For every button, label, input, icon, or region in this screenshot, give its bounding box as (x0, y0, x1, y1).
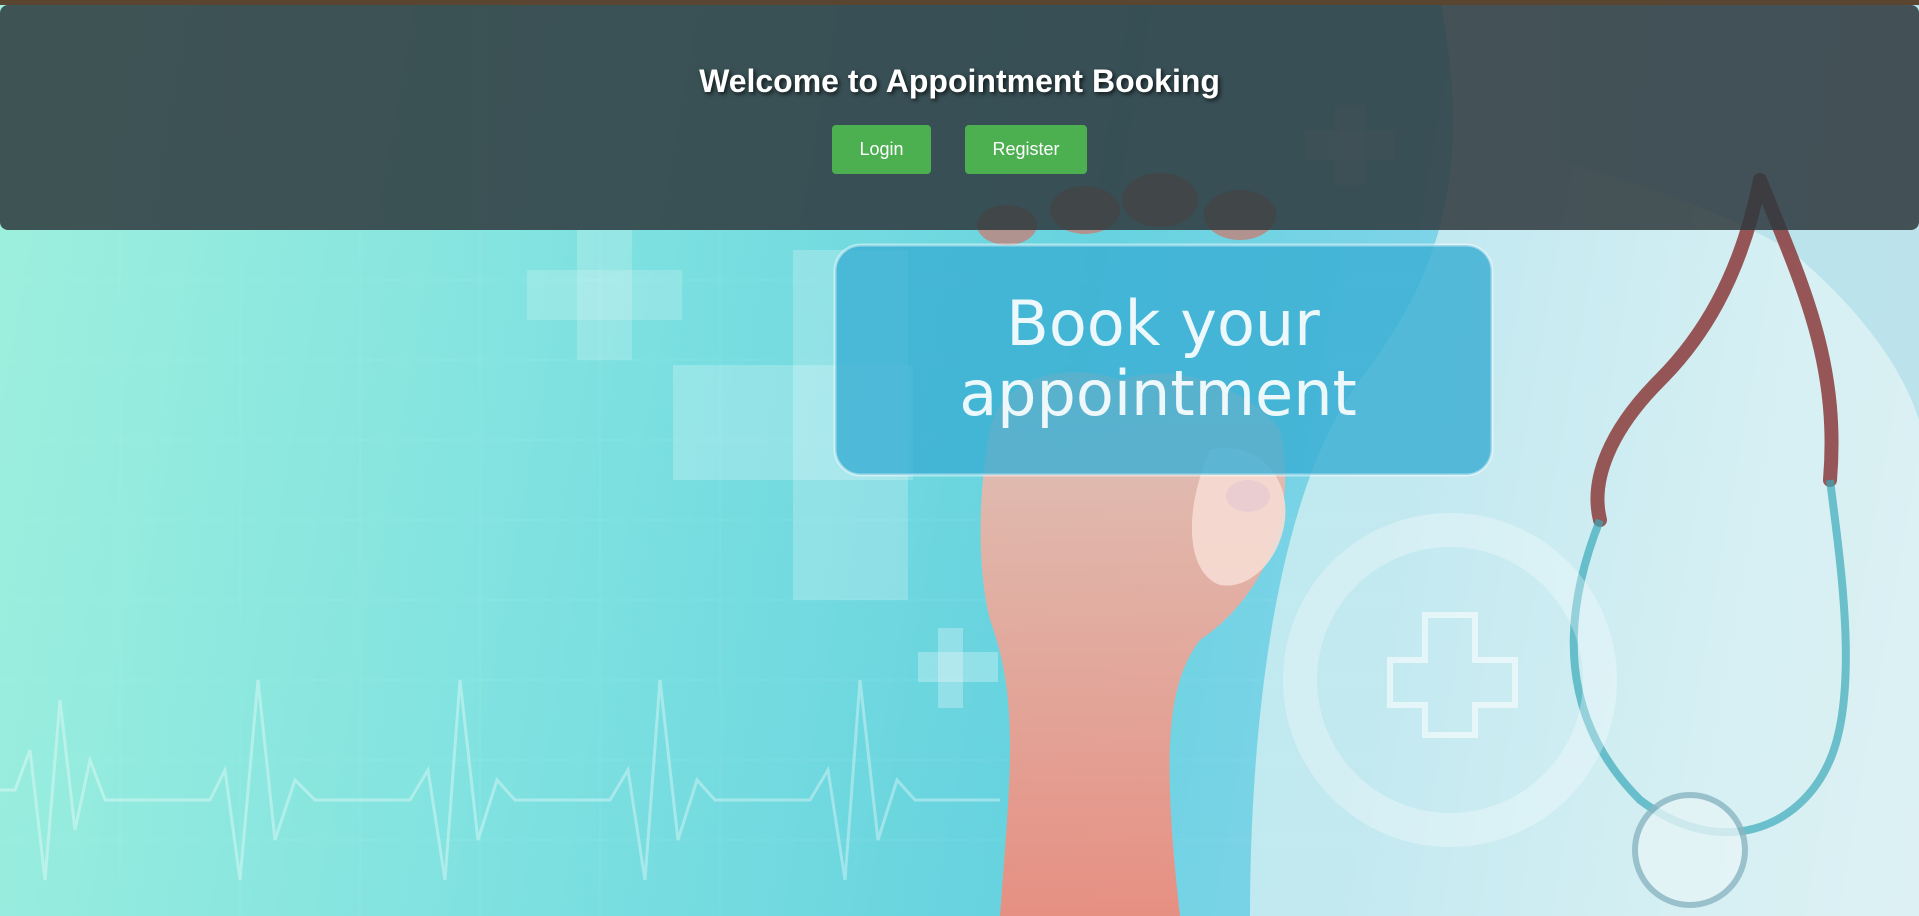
heartbeat-line (0, 679, 1000, 881)
register-button[interactable]: Register (965, 125, 1087, 174)
header-panel: Welcome to Appointment Booking Login Reg… (0, 5, 1919, 230)
medical-cross-icon (527, 230, 682, 360)
medical-cross-icon (918, 628, 998, 708)
card-line2: appointment (959, 357, 1357, 430)
card-line1: Book your (1006, 287, 1320, 360)
login-button[interactable]: Login (832, 125, 931, 174)
auth-buttons: Login Register (0, 125, 1919, 174)
landing-page: Book your appointment Welcome to Appoint… (0, 0, 1919, 916)
book-appointment-card: Book your appointment (833, 243, 1494, 477)
page-title: Welcome to Appointment Booking (699, 63, 1220, 99)
